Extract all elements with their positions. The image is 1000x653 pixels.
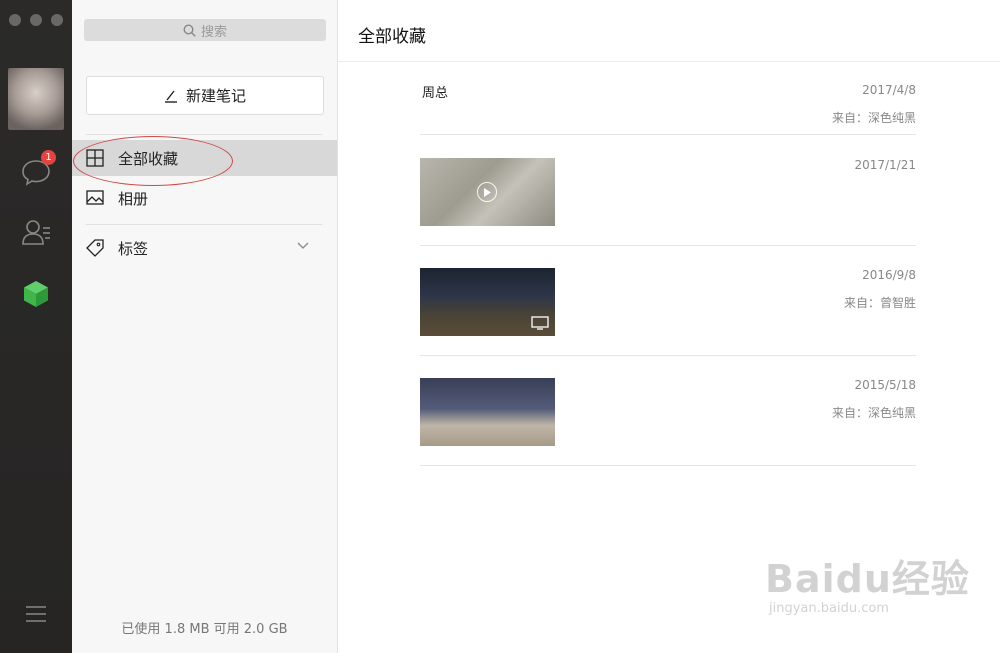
minimize-window-button[interactable] — [30, 14, 42, 26]
item-date: 2015/5/18 — [854, 378, 916, 392]
grid-icon — [86, 149, 104, 167]
sidebar-item-label: 相册 — [118, 189, 149, 208]
baidu-watermark: Baidu经验 jingyan.baidu.com — [765, 548, 970, 616]
favorites-sidebar: 搜索 新建笔记 全部收藏 相册 标签 已使用 1.8 MB 可用 2.0 GB — [72, 0, 338, 653]
divider — [86, 224, 322, 225]
favorites-tab[interactable] — [18, 276, 54, 312]
sidebar-item-tags[interactable]: 标签 — [72, 230, 337, 266]
image-icon — [86, 190, 104, 205]
pen-icon — [164, 90, 177, 103]
favorites-list-pane: 全部收藏 周总 2017/4/8 来自：深色纯黑 2017/1/21 2016/… — [338, 0, 1000, 653]
new-note-button[interactable]: 新建笔记 — [86, 76, 324, 115]
item-source: 来自：深色纯黑 — [831, 406, 916, 420]
play-icon[interactable] — [477, 182, 497, 202]
new-note-label: 新建笔记 — [185, 87, 246, 105]
unread-badge: 1 — [41, 150, 56, 165]
list-item[interactable]: 2016/9/8 来自：曾智胜 — [420, 246, 916, 356]
tag-icon — [86, 239, 104, 257]
list-item[interactable]: 2015/5/18 来自：深色纯黑 — [420, 356, 916, 466]
divider — [86, 134, 322, 135]
divider — [338, 61, 1000, 62]
video-thumbnail[interactable] — [420, 268, 555, 336]
menu-button[interactable] — [18, 596, 54, 632]
video-thumbnail[interactable] — [420, 158, 555, 226]
zoom-window-button[interactable] — [51, 14, 63, 26]
storage-usage: 已使用 1.8 MB 可用 2.0 GB — [121, 622, 288, 637]
item-source: 来自：曾智胜 — [843, 296, 916, 310]
search-icon — [183, 23, 196, 37]
avatar[interactable] — [8, 68, 64, 130]
close-window-button[interactable] — [9, 14, 21, 26]
item-date: 2017/1/21 — [854, 158, 916, 172]
sidebar-item-album[interactable]: 相册 — [72, 180, 337, 216]
tv-icon — [531, 316, 549, 330]
note-title: 周总 — [422, 86, 449, 101]
sidebar-item-label: 全部收藏 — [118, 149, 179, 168]
sidebar-item-all-favorites[interactable]: 全部收藏 — [72, 140, 337, 176]
chevron-down-icon[interactable] — [297, 242, 309, 250]
page-title: 全部收藏 — [358, 27, 426, 47]
item-date: 2017/4/8 — [862, 83, 916, 97]
contacts-icon — [22, 220, 50, 245]
image-thumbnail[interactable] — [420, 378, 555, 446]
search-input[interactable]: 搜索 — [84, 19, 326, 41]
search-placeholder: 搜索 — [200, 24, 227, 40]
watermark-url: jingyan.baidu.com — [769, 601, 889, 616]
chat-tab[interactable]: 1 — [18, 150, 56, 190]
contacts-tab[interactable] — [18, 214, 54, 250]
icon-rail: 1 — [0, 0, 72, 653]
list-item[interactable]: 周总 2017/4/8 来自：深色纯黑 — [420, 72, 916, 135]
watermark-logo: Baidu经验 — [765, 557, 970, 601]
sidebar-item-label: 标签 — [118, 239, 149, 258]
item-source: 来自：深色纯黑 — [831, 111, 916, 125]
item-date: 2016/9/8 — [862, 268, 916, 282]
hamburger-icon — [26, 606, 46, 622]
list-item[interactable]: 2017/1/21 — [420, 135, 916, 246]
cube-icon — [24, 281, 48, 307]
